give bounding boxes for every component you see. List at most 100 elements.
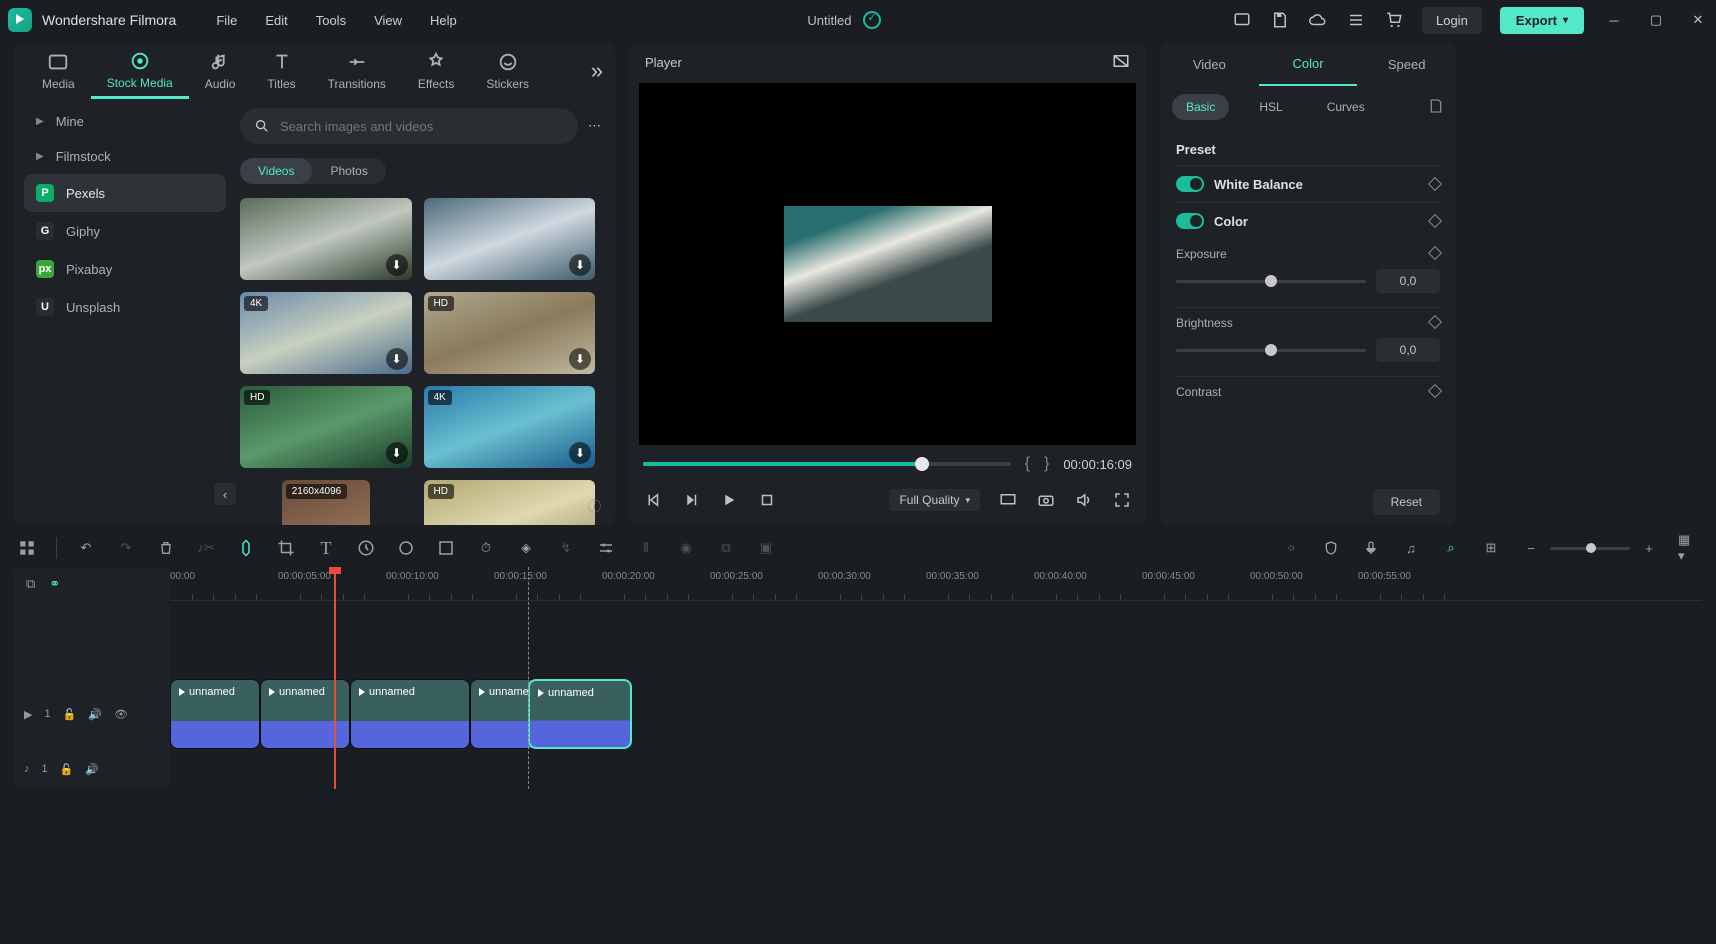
delete-icon[interactable] [155,537,177,559]
zoom-out-icon[interactable]: − [1520,537,1542,559]
crop-icon[interactable] [275,537,297,559]
keyframe-icon[interactable]: ◈ [515,537,537,559]
duration-icon[interactable]: ⏱ [475,537,497,559]
timeline-clip[interactable]: unnamed [528,679,632,749]
search-input[interactable] [280,119,564,134]
props-subtab-curves[interactable]: Curves [1313,94,1379,120]
source-giphy[interactable]: GGiphy [24,212,226,250]
quality-dropdown[interactable]: Full Quality▾ [889,489,980,511]
magnet-icon[interactable]: ⌕ [1440,537,1462,559]
overlay-icon[interactable]: ▣ [755,537,777,559]
play-icon[interactable] [719,490,739,510]
player-seek-track[interactable] [643,462,1011,466]
mute-icon[interactable]: 🔊 [88,708,102,721]
source-unsplash[interactable]: UUnsplash [24,288,226,326]
media-tabs-overflow-icon[interactable]: » [591,58,603,84]
timeline-clip[interactable]: unnamed [170,679,260,749]
source-pexels[interactable]: PPexels [24,174,226,212]
video-track-header[interactable]: ▶1 🔓 🔊 👁 [14,679,170,749]
undo-icon[interactable]: ↶ [75,537,97,559]
audio-effect-icon[interactable]: ◉ [675,537,697,559]
minimize-icon[interactable]: ─ [1604,10,1624,30]
stock-thumb[interactable]: 2160x4096⬇ [282,480,370,525]
slider-exposure[interactable] [1176,280,1366,283]
volume-icon[interactable] [1074,490,1094,510]
stock-thumb[interactable]: 4K⬇ [424,386,596,468]
menu-list-icon[interactable] [1346,10,1366,30]
search-options-icon[interactable]: ⋯ [588,118,601,134]
media-tab-effects[interactable]: Effects [402,45,470,97]
stock-thumb[interactable]: HD⬇ [424,480,596,525]
timeline-clip[interactable]: unnamed [350,679,470,749]
player-viewport[interactable] [639,83,1136,445]
green-screen-icon[interactable] [435,537,457,559]
stock-thumb[interactable]: HD⬇ [240,386,412,468]
menu-file[interactable]: File [216,13,237,28]
camera-icon[interactable] [1036,490,1056,510]
export-button[interactable]: Export▾ [1500,7,1584,34]
download-icon[interactable]: ⬇ [386,348,408,370]
zoom-slider[interactable] [1550,547,1630,550]
text-icon[interactable]: T [315,537,337,559]
redo-icon[interactable]: ↷ [115,537,137,559]
menu-tools[interactable]: Tools [316,13,346,28]
split-audio-icon[interactable]: ♪✂ [195,537,217,559]
mixer-icon[interactable]: ♫ [1400,537,1422,559]
search-box[interactable] [240,108,578,144]
playhead[interactable] [334,567,336,789]
props-tab-color[interactable]: Color [1259,42,1358,86]
keyframe-diamond-icon[interactable] [1430,177,1440,192]
mic-icon[interactable] [1360,537,1382,559]
project-title[interactable]: Untitled [807,13,851,28]
stock-thumb[interactable]: 4K⬇ [240,292,412,374]
shield-icon[interactable] [1320,537,1342,559]
zoom-in-icon[interactable]: + [1638,537,1660,559]
stock-thumb[interactable]: HD⬇ [424,292,596,374]
media-tab-stickers[interactable]: Stickers [470,45,545,97]
close-icon[interactable]: ✕ [1688,10,1708,30]
info-icon[interactable]: ⓘ [588,496,601,515]
menu-edit[interactable]: Edit [265,13,287,28]
visibility-icon[interactable]: 👁 [114,708,128,721]
speed-icon[interactable] [355,537,377,559]
props-subtab-hsl[interactable]: HSL [1245,94,1296,120]
step-back-icon[interactable] [681,490,701,510]
color-icon[interactable] [395,537,417,559]
value-exposure[interactable]: 0,0 [1376,269,1440,293]
transition-icon[interactable]: ⧉ [715,537,737,559]
filter-pill-videos[interactable]: Videos [240,158,312,184]
download-icon[interactable]: ⬇ [569,442,591,464]
cloud-upload-icon[interactable] [1308,10,1328,30]
login-button[interactable]: Login [1422,7,1482,34]
track-link-icon[interactable]: ⚭ [49,576,60,592]
value-brightness[interactable]: 0,0 [1376,338,1440,362]
mark-out-icon[interactable]: } [1044,455,1049,473]
lock-icon[interactable]: 🔓 [63,708,77,721]
source-mine[interactable]: ▶Mine [24,104,226,139]
keyframe-diamond-icon[interactable] [1430,316,1440,330]
track-view-icon[interactable]: ▦ ▾ [1678,537,1700,559]
menu-view[interactable]: View [374,13,402,28]
sidebar-collapse-icon[interactable]: ‹ [214,483,236,505]
adjust-icon[interactable] [595,537,617,559]
media-tab-stock-media[interactable]: Stock Media [91,44,189,99]
media-tab-audio[interactable]: Audio [189,45,252,97]
menu-help[interactable]: Help [430,13,457,28]
media-tab-transitions[interactable]: Transitions [312,45,402,97]
maximize-icon[interactable]: ▢ [1646,10,1666,30]
toolbox-icon[interactable] [16,537,38,559]
marker-tool-icon[interactable] [1280,537,1302,559]
source-filmstock[interactable]: ▶Filmstock [24,139,226,174]
timeline-clip[interactable]: unnamed [260,679,350,749]
props-tab-speed[interactable]: Speed [1357,42,1456,86]
reset-button[interactable]: Reset [1373,489,1440,515]
download-icon[interactable]: ⬇ [569,254,591,276]
stop-icon[interactable] [757,490,777,510]
stock-thumb[interactable]: ⬇ [240,198,412,280]
player-snapshot-icon[interactable] [1112,52,1130,73]
audio-track-header[interactable]: ♪1 🔓 🔊 [14,749,170,789]
source-pixabay[interactable]: pxPixabay [24,250,226,288]
toggle-white-balance[interactable] [1176,176,1204,192]
cart-icon[interactable] [1384,10,1404,30]
keyframe-diamond-icon[interactable] [1430,385,1440,399]
